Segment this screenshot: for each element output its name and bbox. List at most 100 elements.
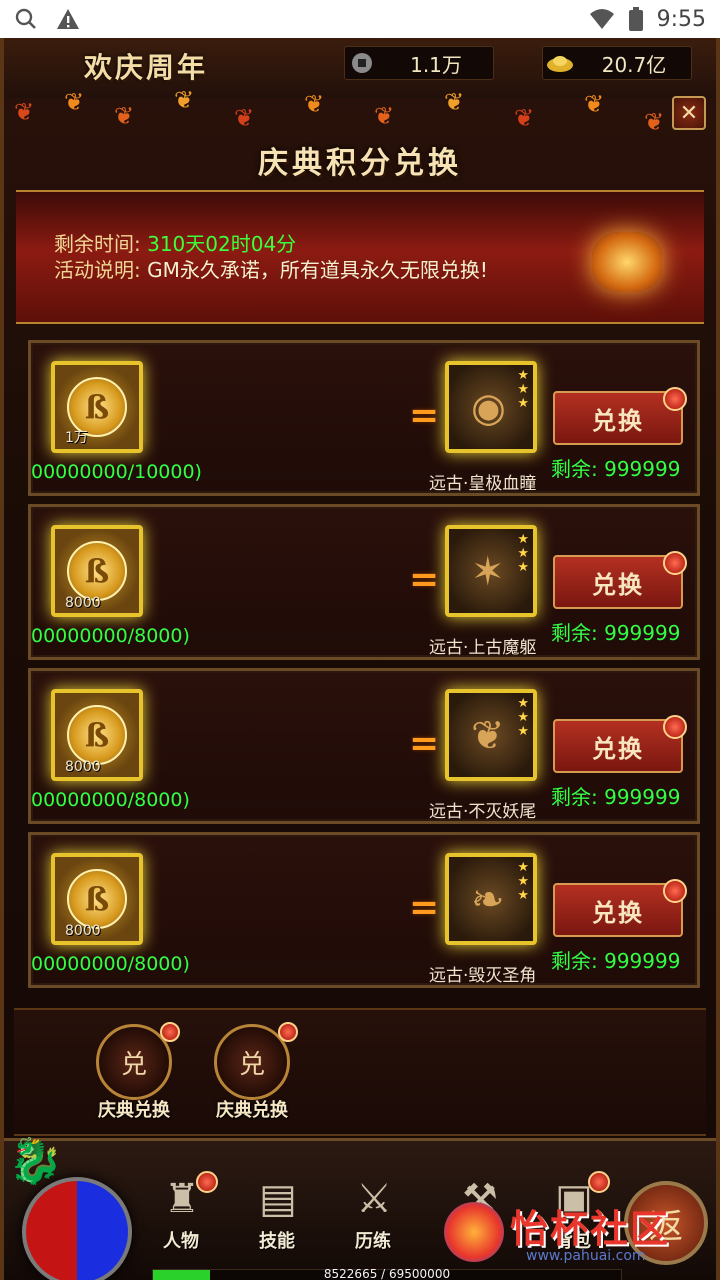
reward-item[interactable]: ◉ ★ ★ ★	[445, 361, 537, 453]
tab-celebration-exchange[interactable]: 兑 庆典兑换	[84, 1022, 184, 1122]
event-description: 活动说明: GM永久承诺，所有道具永久无限兑换!	[54, 254, 488, 283]
notification-dot-icon	[663, 551, 687, 575]
demon-tail-icon: ❦	[471, 713, 505, 759]
event-description-value: GM永久承诺，所有道具永久无限兑换!	[147, 258, 488, 282]
tab-label: 庆典兑换	[98, 1100, 170, 1121]
notification-dot-icon	[160, 1022, 180, 1042]
points-coin-icon: ß	[67, 541, 127, 601]
points-progress: 00000000/8000)	[31, 789, 190, 811]
points-coin-item[interactable]: ß 8000	[51, 525, 143, 617]
equals-sign: =	[409, 559, 440, 600]
wifi-icon	[589, 9, 614, 29]
star-rating-icon: ★ ★ ★	[517, 860, 529, 903]
star-rating-icon: ★ ★ ★	[517, 368, 529, 411]
search-icon	[15, 8, 36, 29]
remaining-time: 剩余时间: 310天02时04分	[54, 228, 296, 257]
lantern-icon	[592, 232, 662, 292]
panel-title: 庆典积分兑换	[258, 146, 462, 181]
exchange-row: ß 8000 00000000/8000) = ✶ ★ ★ ★ 远古·上古魔躯 兑换…	[28, 504, 700, 660]
menu-label: 历练	[355, 1231, 391, 1252]
copper-amount: 1.1万	[410, 52, 462, 77]
remaining-stock: 剩余: 999999	[551, 457, 681, 481]
points-coin-item[interactable]: ß 8000	[51, 853, 143, 945]
copper-currency: 1.1万	[344, 46, 494, 80]
exchange-button[interactable]: 兑换	[553, 715, 687, 773]
tab-label: 庆典兑换	[216, 1100, 288, 1121]
menu-label: 技能	[259, 1231, 295, 1252]
demon-spine-icon: ✶	[471, 549, 505, 595]
watermark-url: www.pahuai.com	[526, 1248, 646, 1264]
points-progress: 00000000/8000)	[31, 625, 190, 647]
cost-amount: 1万	[65, 430, 88, 446]
reward-name: 远古·皇极血瞳	[429, 474, 537, 494]
notification-dot-icon	[196, 1171, 218, 1193]
equals-sign: =	[409, 723, 440, 764]
exchange-row: ß 8000 00000000/8000) = ❧ ★ ★ ★ 远古·毁灭圣角 兑换…	[28, 832, 700, 988]
remaining-stock: 剩余: 999999	[551, 949, 681, 973]
battery-icon	[628, 7, 643, 31]
star-rating-icon: ★ ★ ★	[517, 696, 529, 739]
close-button[interactable]: ✕	[672, 96, 706, 130]
exchange-button-label: 兑换	[592, 898, 644, 927]
notification-dot-icon	[663, 879, 687, 903]
event-info-banner: 剩余时间: 310天02时04分 活动说明: GM永久承诺，所有道具永久无限兑换…	[16, 190, 704, 324]
copper-coin-icon	[345, 46, 379, 80]
site-watermark: 怡杯社区 www.pahuai.com	[440, 1194, 710, 1278]
exchange-button[interactable]: 兑换	[553, 879, 687, 937]
reward-name: 远古·上古魔躯	[429, 638, 537, 658]
exchange-list: ß 1万 00000000/10000) = ◉ ★ ★ ★ 远古·皇极血瞳 兑换 …	[28, 340, 700, 996]
points-coin-icon: ß	[67, 705, 127, 765]
remaining-time-value: 310天02时04分	[147, 232, 297, 256]
exchange-button[interactable]: 兑换	[553, 551, 687, 609]
remaining-stock: 剩余: 999999	[551, 621, 681, 645]
points-progress: 00000000/8000)	[31, 953, 190, 975]
menu-skill-button[interactable]: ▤ 技能	[232, 1171, 322, 1261]
status-bar: 9:55	[0, 0, 720, 38]
menu-label: 人物	[163, 1231, 199, 1252]
menu-character-button[interactable]: ♜ 人物	[136, 1171, 226, 1261]
cost-amount: 8000	[65, 923, 101, 939]
reward-name: 远古·不灭妖尾	[429, 802, 537, 822]
notification-dot-icon	[278, 1022, 298, 1042]
exchange-row: ß 1万 00000000/10000) = ◉ ★ ★ ★ 远古·皇极血瞳 兑换 …	[28, 340, 700, 496]
watermark-text: 怡杯社区	[510, 1206, 671, 1251]
remaining-time-label: 剩余时间:	[54, 232, 141, 256]
points-progress: 00000000/10000)	[31, 461, 202, 483]
category-tabs: 兑 庆典兑换 兑 庆典兑换	[14, 1008, 706, 1136]
cost-amount: 8000	[65, 595, 101, 611]
reward-name: 远古·毁灭圣角	[429, 966, 537, 986]
gold-currency[interactable]: 20.7亿	[542, 46, 692, 80]
cost-amount: 8000	[65, 759, 101, 775]
star-rating-icon: ★ ★ ★	[517, 532, 529, 575]
menu-training-button[interactable]: ⚔ 历练	[328, 1171, 418, 1261]
skill-book-icon: ▤	[259, 1176, 297, 1222]
exchange-row: ß 8000 00000000/8000) = ❦ ★ ★ ★ 远古·不灭妖尾 兑换…	[28, 668, 700, 824]
gold-amount: 20.7亿	[601, 52, 667, 77]
notification-dot-icon	[588, 1171, 610, 1193]
points-coin-item[interactable]: ß 8000	[51, 689, 143, 781]
equals-sign: =	[409, 887, 440, 928]
reward-item[interactable]: ✶ ★ ★ ★	[445, 525, 537, 617]
exchange-button-label: 兑换	[592, 734, 644, 763]
maple-leaf-decoration: ❦ ❦ ❦ ❦ ❦ ❦ ❦ ❦ ❦ ❦ ❦	[14, 86, 665, 136]
watermark-logo-icon	[444, 1202, 504, 1262]
warning-icon	[57, 9, 79, 29]
event-description-label: 活动说明:	[54, 258, 141, 282]
game-window: 欢庆周年 1.1万 20.7亿 ❦ ❦ ❦ ❦ ❦ ❦ ❦ ❦ ❦ ❦ ❦ ✕ …	[0, 38, 720, 1280]
close-icon: ✕	[679, 100, 699, 126]
points-coin-item[interactable]: ß 1万	[51, 361, 143, 453]
tab-celebration-exchange[interactable]: 兑 庆典兑换	[202, 1022, 302, 1122]
equals-sign: =	[409, 395, 440, 436]
exchange-button[interactable]: 兑换	[553, 387, 687, 445]
reward-item[interactable]: ❦ ★ ★ ★	[445, 689, 537, 781]
notification-dot-icon	[663, 387, 687, 411]
remaining-stock: 剩余: 999999	[551, 785, 681, 809]
exchange-button-label: 兑换	[592, 570, 644, 599]
reward-item[interactable]: ❧ ★ ★ ★	[445, 853, 537, 945]
points-coin-icon: ß	[67, 869, 127, 929]
holy-horn-icon: ❧	[471, 877, 505, 923]
screen: 9:55 欢庆周年 1.1万 20.7亿 ❦ ❦ ❦ ❦ ❦ ❦ ❦ ❦ ❦ ❦…	[0, 0, 720, 1280]
blood-eye-icon: ◉	[471, 385, 506, 431]
exchange-button-label: 兑换	[592, 406, 644, 435]
hp-mp-orb	[22, 1177, 132, 1280]
